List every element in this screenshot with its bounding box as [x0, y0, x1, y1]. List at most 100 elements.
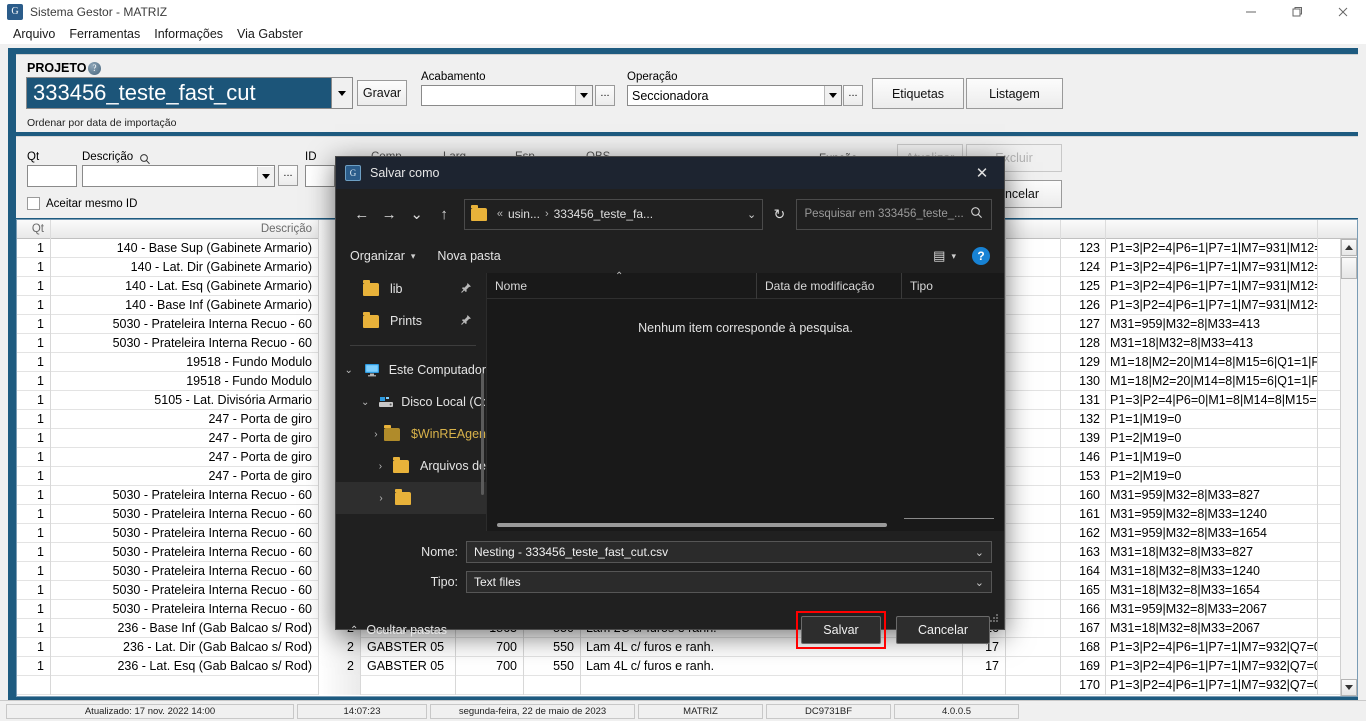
- recent-locations-icon[interactable]: ⌄: [403, 200, 430, 228]
- operacao-value: Seccionadora: [632, 88, 709, 103]
- file-col-nome[interactable]: Nome ⌃: [487, 271, 757, 299]
- resize-grip-icon[interactable]: [989, 613, 999, 625]
- chevron-down-icon[interactable]: ⌄: [354, 397, 376, 408]
- sidebar-item-label: $WinREAgen: [410, 427, 486, 441]
- chevron-right-icon[interactable]: ›: [368, 493, 394, 504]
- grid-cell-spacer: [1006, 314, 1061, 334]
- maximize-icon[interactable]: [1274, 0, 1320, 23]
- grid-cell-spacer: [1006, 390, 1061, 410]
- menu-arquivo[interactable]: Arquivo: [6, 25, 62, 43]
- grid-cell-params: P1=3|P2=4|P6=1|P7=1|M7=931|M12=8|M: [1106, 238, 1318, 258]
- status-matriz: MATRIZ: [638, 703, 763, 719]
- scroll-down-icon[interactable]: [1341, 679, 1357, 696]
- pin-icon[interactable]: [460, 314, 472, 329]
- file-col-tipo[interactable]: Tipo: [902, 273, 992, 299]
- chevron-right-icon[interactable]: ›: [368, 429, 384, 440]
- filter-qt-input[interactable]: [27, 165, 77, 187]
- ocultar-pastas-button[interactable]: ⌃ Ocultar pastas: [350, 623, 447, 637]
- acabamento-combobox[interactable]: [421, 85, 593, 106]
- filter-descricao-combobox[interactable]: [82, 165, 275, 187]
- grid-col-qt[interactable]: Qt: [17, 220, 51, 239]
- forward-icon[interactable]: →: [375, 200, 402, 228]
- breadcrumb-overflow[interactable]: «: [497, 208, 503, 220]
- sidebar-item-disco-local[interactable]: ⌄ Disco Local (C:: [336, 386, 486, 418]
- close-icon[interactable]: [1320, 0, 1366, 23]
- chevron-down-icon[interactable]: ⌄: [975, 576, 984, 589]
- grid-cell-qt: 1: [17, 656, 51, 676]
- filter-descricao-browse-button[interactable]: ...: [278, 165, 298, 186]
- grid-cell-num: 128: [1061, 333, 1106, 353]
- scroll-up-icon[interactable]: [1341, 239, 1357, 256]
- grid-col-descricao[interactable]: Descrição: [51, 220, 319, 239]
- sidebar-item-lib[interactable]: lib: [336, 273, 486, 305]
- chevron-down-icon[interactable]: [331, 78, 352, 108]
- operacao-browse-button[interactable]: ...: [843, 85, 863, 106]
- grid-col-params[interactable]: [1106, 220, 1318, 239]
- grid-cell-num: 163: [1061, 542, 1106, 562]
- sidebar-item-winreagent[interactable]: › $WinREAgen: [336, 418, 486, 450]
- nome-input[interactable]: Nesting - 333456_teste_fast_cut.csv ⌄: [466, 541, 992, 563]
- gravar-button[interactable]: Gravar: [357, 80, 407, 106]
- chevron-down-icon[interactable]: [824, 86, 841, 105]
- sidebar-scrollbar[interactable]: [481, 373, 484, 495]
- listagem-button[interactable]: Listagem: [966, 78, 1063, 109]
- grid-cell-id: [319, 675, 361, 695]
- breadcrumb[interactable]: « usin... › 333456_teste_fa... ⌄: [463, 198, 764, 230]
- grid-cell-qt: 1: [17, 238, 51, 258]
- projeto-combobox[interactable]: 333456_teste_fast_cut: [26, 77, 353, 109]
- minimize-icon[interactable]: [1228, 0, 1274, 23]
- projeto-label: PROJETO: [27, 61, 87, 75]
- chevron-down-icon[interactable]: [575, 86, 592, 105]
- sidebar-item-prints[interactable]: Prints: [336, 305, 486, 337]
- pin-icon[interactable]: [460, 282, 472, 297]
- breadcrumb-segment-2[interactable]: 333456_teste_fa...: [554, 207, 653, 221]
- scroll-thumb[interactable]: [1341, 257, 1357, 279]
- chevron-right-icon[interactable]: ›: [368, 461, 393, 472]
- chevron-down-icon[interactable]: ⌄: [336, 365, 361, 376]
- back-icon[interactable]: ←: [348, 200, 375, 228]
- sidebar-item-selected[interactable]: ›: [336, 482, 486, 514]
- sidebar-item-label: lib: [390, 282, 403, 296]
- grid-cell-esp: [524, 675, 581, 695]
- grid-cell-num: 132: [1061, 409, 1106, 429]
- chevron-down-icon[interactable]: [257, 166, 274, 186]
- cancelar-button[interactable]: Cancelar: [896, 616, 990, 644]
- aceitar-mesmo-id-row[interactable]: Aceitar mesmo ID: [27, 197, 137, 210]
- aceitar-mesmo-id-checkbox[interactable]: [27, 197, 40, 210]
- tipo-select[interactable]: Text files ⌄: [466, 571, 992, 593]
- dialog-close-icon[interactable]: ✕: [960, 157, 1004, 189]
- organizar-button[interactable]: Organizar ▾: [350, 249, 415, 263]
- help-icon[interactable]: ?: [972, 247, 990, 265]
- up-icon[interactable]: ↑: [430, 200, 457, 228]
- menu-via-gabster[interactable]: Via Gabster: [230, 25, 310, 43]
- menu-informacoes[interactable]: Informações: [147, 25, 230, 43]
- filter-id-input[interactable]: [305, 165, 335, 187]
- table-row[interactable]: 170P1=3|P2=4|P6=1|P7=1|M7=932|Q7=0|Q8=: [17, 675, 1357, 695]
- dialog-sidebar[interactable]: lib Prints ⌄ Este Computador ⌄ Disco Loc…: [336, 273, 486, 531]
- grid-col-num[interactable]: [1061, 220, 1106, 239]
- breadcrumb-segment-1[interactable]: usin...: [508, 207, 540, 221]
- grid-vertical-scrollbar[interactable]: [1340, 239, 1357, 696]
- etiquetas-button[interactable]: Etiquetas: [872, 78, 964, 109]
- view-options-button[interactable]: ▤ ▾: [933, 248, 956, 264]
- acabamento-browse-button[interactable]: ...: [595, 85, 615, 106]
- grid-cell-params: P1=3|P2=4|P6=1|P7=1|M7=931|M12=8|M: [1106, 295, 1318, 315]
- search-icon[interactable]: [970, 206, 983, 222]
- chevron-down-icon[interactable]: ⌄: [975, 546, 984, 559]
- sidebar-item-este-computador[interactable]: ⌄ Este Computador: [336, 354, 486, 386]
- nova-pasta-button[interactable]: Nova pasta: [437, 249, 500, 263]
- file-list-panel[interactable]: Nome ⌃ Data de modificação Tipo Nenhum i…: [486, 271, 1004, 531]
- table-row[interactable]: 1 236 - Lat. Esq (Gab Balcao s/ Rod) 2 GABS…: [17, 656, 1357, 676]
- grid-cell-descricao: 140 - Lat. Dir (Gabinete Armario): [51, 257, 319, 277]
- salvar-button[interactable]: Salvar: [801, 616, 881, 644]
- refresh-icon[interactable]: ↻: [763, 199, 795, 230]
- chevron-down-icon[interactable]: ⌄: [747, 208, 756, 221]
- file-col-data[interactable]: Data de modificação: [757, 272, 902, 299]
- grid-cell-params: P1=3|P2=4|P6=1|P7=1|M7=932|Q7=0|Q8=: [1106, 656, 1318, 676]
- file-list-horizontal-scrollbar[interactable]: [497, 523, 887, 527]
- operacao-combobox[interactable]: Seccionadora: [627, 85, 842, 106]
- search-input[interactable]: Pesquisar em 333456_teste_...: [795, 198, 992, 230]
- sidebar-item-arquivos-de-programas[interactable]: › Arquivos de: [336, 450, 486, 482]
- help-icon[interactable]: ?: [88, 62, 101, 75]
- menu-ferramentas[interactable]: Ferramentas: [62, 25, 147, 43]
